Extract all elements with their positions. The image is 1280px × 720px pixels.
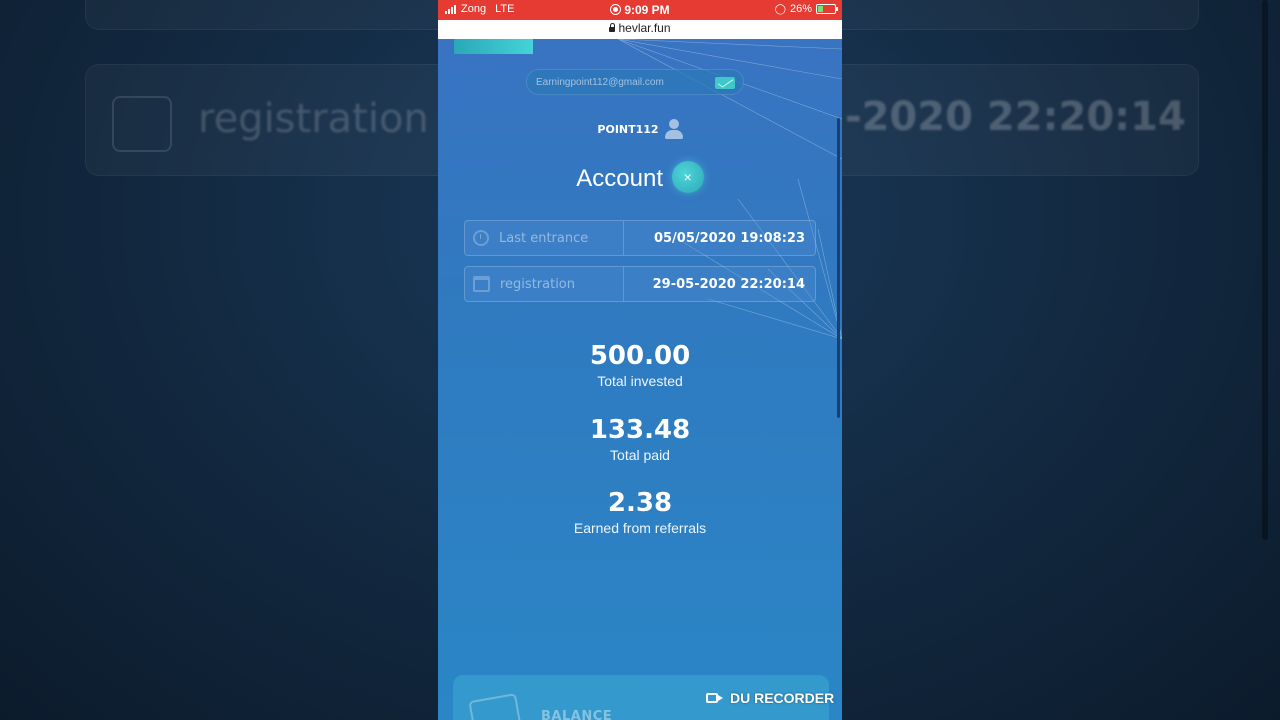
total-paid-stat: 133.48 Total paid <box>438 415 842 463</box>
recorder-watermark: DU RECORDER <box>706 690 834 706</box>
status-bar: Zong LTE 9:09 PM ◯ 26% <box>438 0 842 20</box>
time-label: 9:09 PM <box>624 3 670 17</box>
registration-label-cell: registration <box>465 267 624 301</box>
close-button[interactable]: × <box>671 161 704 193</box>
total-paid-value: 133.48 <box>589 415 691 445</box>
total-invested-label: Total invested <box>597 373 683 389</box>
total-invested-value: 500.00 <box>589 341 691 371</box>
referrals-stat: 2.38 Earned from referrals <box>438 488 842 536</box>
registration-value: 29-05-2020 22:20:14 <box>652 276 805 292</box>
bg-scrollbar <box>1262 0 1268 540</box>
battery-icon <box>816 4 838 14</box>
username-row: POINT112 <box>438 119 842 139</box>
phone-screen: Zong LTE 9:09 PM ◯ 26% hevlar.fun Earnin <box>438 0 842 720</box>
registration-row: registration 29-05-2020 22:20:14 <box>464 266 816 302</box>
recording-icon <box>610 4 622 15</box>
referrals-label: Earned from referrals <box>573 520 707 536</box>
email-text: Earningpoint112@gmail.com <box>536 77 664 88</box>
recorder-label: DU RECORDER <box>730 690 835 706</box>
wallet-icon <box>468 693 522 720</box>
balance-label: BALANCE <box>541 709 613 720</box>
last-entrance-label: Last entrance <box>499 230 589 246</box>
clock-icon <box>473 230 489 246</box>
referrals-value: 2.38 <box>607 488 673 518</box>
registration-label: registration <box>500 276 576 292</box>
lock-icon <box>609 23 616 32</box>
user-icon <box>664 119 683 139</box>
header-tab[interactable] <box>454 39 533 54</box>
video-camera-icon <box>706 693 723 703</box>
username-label: POINT112 <box>597 123 659 136</box>
calendar-icon <box>473 276 490 292</box>
battery-percent: 26% <box>789 3 812 15</box>
last-entrance-row: Last entrance 05/05/2020 19:08:23 <box>464 220 816 256</box>
total-paid-label: Total paid <box>610 447 670 463</box>
last-entrance-value: 05/05/2020 19:08:23 <box>653 230 805 246</box>
page-scrollbar[interactable] <box>837 118 840 418</box>
total-invested-stat: 500.00 Total invested <box>438 341 842 389</box>
last-entrance-label-cell: Last entrance <box>465 221 624 255</box>
url-text: hevlar.fun <box>618 21 671 35</box>
rotation-lock-icon: ◯ <box>774 3 786 15</box>
account-page: Earningpoint112@gmail.com POINT112 Accou… <box>438 39 842 720</box>
mail-icon[interactable] <box>715 77 735 89</box>
bg-calendar-icon <box>112 96 172 152</box>
status-right: ◯ 26% <box>774 3 838 15</box>
bg-registration-text: registration <box>198 96 429 142</box>
email-field[interactable]: Earningpoint112@gmail.com <box>526 69 744 95</box>
bg-date-text: -2020 22:20:14 <box>845 94 1186 140</box>
account-header: Account × <box>438 161 842 193</box>
address-bar[interactable]: hevlar.fun <box>438 20 842 39</box>
page-title: Account <box>576 165 664 192</box>
